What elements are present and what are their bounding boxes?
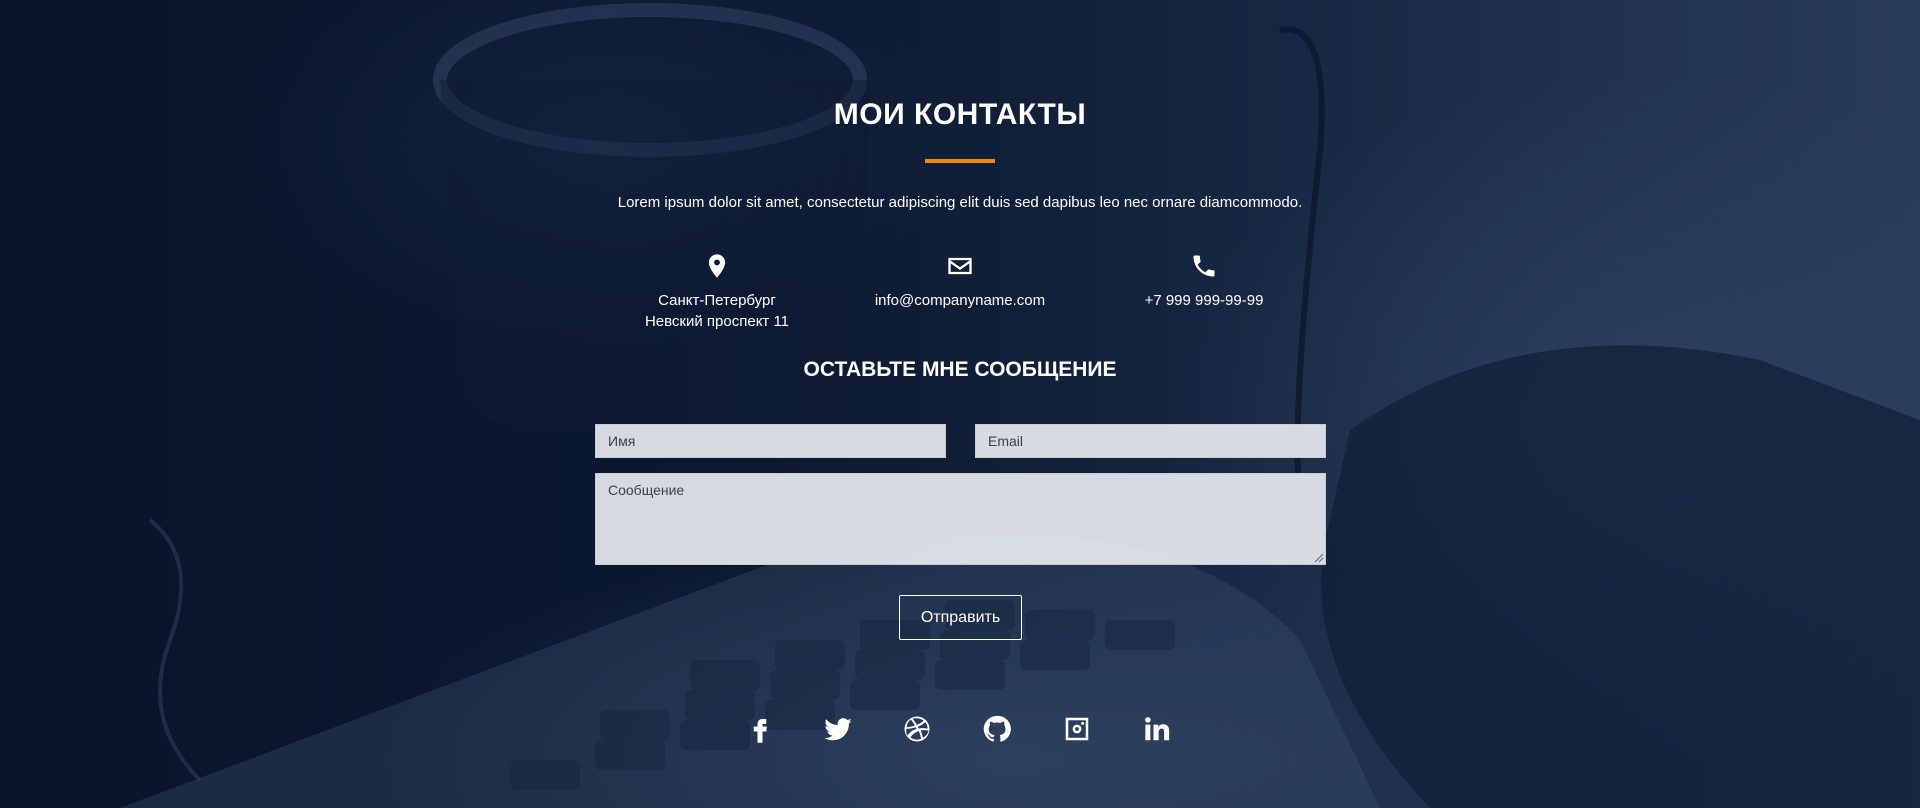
- address-line-1: Санкт-Петербург: [658, 292, 776, 309]
- contacts-section: МОИ КОНТАКТЫ Lorem ipsum dolor sit amet,…: [0, 0, 1920, 808]
- section-title: МОИ КОНТАКТЫ: [833, 98, 1087, 131]
- phone-number[interactable]: +7 999 999-99-99: [1094, 290, 1314, 311]
- form-title: ОСТАВЬТЕ МНЕ СООБЩЕНИЕ: [803, 358, 1117, 381]
- facebook-icon[interactable]: [743, 712, 777, 746]
- contact-phone: +7 999 999-99-99: [1094, 252, 1314, 311]
- github-icon[interactable]: [980, 712, 1014, 746]
- section-subtitle: Lorem ipsum dolor sit amet, consectetur …: [617, 194, 1303, 211]
- dribbble-icon[interactable]: [900, 712, 934, 746]
- envelope-icon: [850, 252, 1070, 284]
- twitter-icon[interactable]: [821, 712, 855, 746]
- resize-handle-icon[interactable]: [1312, 551, 1324, 563]
- contact-email: info@companyname.com: [850, 252, 1070, 311]
- map-marker-icon: [607, 252, 827, 284]
- address-line-2: Невский проспект 11: [644, 313, 790, 330]
- email-address[interactable]: info@companyname.com: [850, 290, 1070, 311]
- submit-button[interactable]: Отправить: [899, 595, 1022, 640]
- instagram-icon[interactable]: [1060, 712, 1094, 746]
- name-input[interactable]: [595, 424, 946, 458]
- linkedin-icon[interactable]: [1139, 712, 1173, 746]
- contact-address: Санкт-Петербург Невский проспект 11: [607, 252, 827, 332]
- email-input[interactable]: [975, 424, 1326, 458]
- phone-icon: [1094, 252, 1314, 284]
- message-textarea[interactable]: [595, 473, 1326, 565]
- title-divider: [925, 159, 995, 163]
